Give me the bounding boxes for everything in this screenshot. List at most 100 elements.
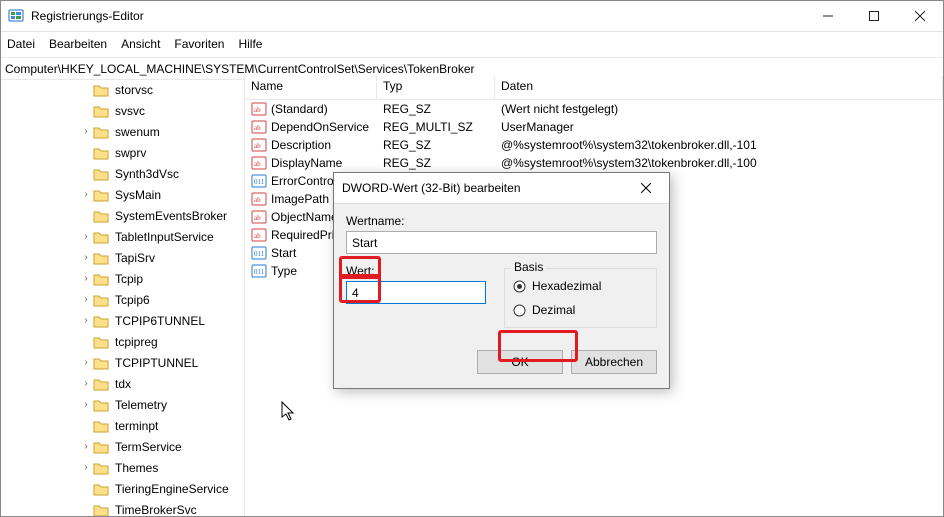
- chevron-right-icon[interactable]: [79, 83, 93, 97]
- chevron-right-icon[interactable]: [79, 335, 93, 349]
- tree-item-label: TieringEngineService: [113, 481, 231, 497]
- chevron-right-icon[interactable]: ›: [79, 461, 93, 475]
- tree-item-systemeventsbroker[interactable]: SystemEventsBroker: [1, 205, 244, 226]
- chevron-right-icon[interactable]: ›: [79, 440, 93, 454]
- regedit-window: Registrierungs-Editor Datei Bearbeiten A…: [0, 0, 944, 517]
- value-icon: 011: [251, 173, 267, 189]
- tree-item-tieringengineservice[interactable]: TieringEngineService: [1, 478, 244, 499]
- tree-item-sysmain[interactable]: ›SysMain: [1, 184, 244, 205]
- chevron-right-icon[interactable]: ›: [79, 188, 93, 202]
- tree-item-tabletinputservice[interactable]: › TabletInputService: [1, 226, 244, 247]
- tree-item-tcpip[interactable]: ›Tcpip: [1, 268, 244, 289]
- tree-item-tapisrv[interactable]: ›TapiSrv: [1, 247, 244, 268]
- tree-item-label: Synth3dVsc: [113, 166, 181, 182]
- tree-item-tcpiptunnel[interactable]: ›TCPIPTUNNEL: [1, 352, 244, 373]
- folder-icon: [93, 293, 109, 307]
- chevron-right-icon[interactable]: [79, 104, 93, 118]
- svg-text:011: 011: [254, 250, 265, 258]
- col-type[interactable]: Typ: [377, 76, 495, 99]
- chevron-right-icon[interactable]: ›: [79, 377, 93, 391]
- folder-icon: [93, 482, 109, 496]
- wert-input[interactable]: [346, 281, 486, 304]
- svg-text:ab: ab: [254, 124, 261, 132]
- value-icon: ab: [251, 191, 267, 207]
- menu-edit[interactable]: Bearbeiten: [49, 37, 107, 51]
- window-title: Registrierungs-Editor: [31, 9, 805, 23]
- list-row[interactable]: abDisplayNameREG_SZ@%systemroot%\system3…: [245, 154, 943, 172]
- tree-scroll[interactable]: storvscsvsvc›swenumswprv Synth3dVsc ›SysMa…: [1, 76, 244, 516]
- chevron-right-icon[interactable]: [79, 419, 93, 433]
- folder-icon: [93, 167, 109, 181]
- chevron-right-icon[interactable]: ›: [79, 398, 93, 412]
- folder-icon: [93, 251, 109, 265]
- radio-hex[interactable]: Hexadezimal: [513, 277, 648, 295]
- tree-item-termservice[interactable]: ›TermService: [1, 436, 244, 457]
- menu-file[interactable]: Datei: [7, 37, 35, 51]
- dialog-titlebar: DWORD-Wert (32-Bit) bearbeiten: [334, 173, 669, 204]
- folder-icon: [93, 377, 109, 391]
- tree-item-label: TabletInputService: [113, 229, 216, 245]
- tree-item-telemetry[interactable]: › Telemetry: [1, 394, 244, 415]
- menu-help[interactable]: Hilfe: [238, 37, 262, 51]
- menu-fav[interactable]: Favoriten: [174, 37, 224, 51]
- value-type: REG_MULTI_SZ: [377, 120, 495, 134]
- chevron-right-icon[interactable]: ›: [79, 272, 93, 286]
- tree-item-svsvc[interactable]: svsvc: [1, 100, 244, 121]
- chevron-right-icon[interactable]: ›: [79, 251, 93, 265]
- chevron-right-icon[interactable]: [79, 482, 93, 496]
- chevron-right-icon[interactable]: [79, 167, 93, 181]
- tree-item-synth3dvsc[interactable]: Synth3dVsc: [1, 163, 244, 184]
- cancel-button[interactable]: Abbrechen: [571, 350, 657, 374]
- wertname-input[interactable]: [346, 231, 657, 254]
- folder-icon: [93, 83, 109, 97]
- tree-item-storvsc[interactable]: storvsc: [1, 79, 244, 100]
- minimize-button[interactable]: [805, 1, 851, 31]
- col-name[interactable]: Name: [245, 76, 377, 99]
- tree-item-label: Telemetry: [113, 397, 169, 413]
- chevron-right-icon[interactable]: [79, 146, 93, 160]
- chevron-right-icon[interactable]: [79, 503, 93, 517]
- folder-icon: [93, 209, 109, 223]
- menu-view[interactable]: Ansicht: [121, 37, 160, 51]
- list-row[interactable]: ab(Standard)REG_SZ(Wert nicht festgelegt…: [245, 100, 943, 118]
- list-row[interactable]: abDescriptionREG_SZ@%systemroot%\system3…: [245, 136, 943, 154]
- svg-text:ab: ab: [254, 196, 261, 204]
- chevron-right-icon[interactable]: [79, 209, 93, 223]
- tree-item-swenum[interactable]: ›swenum: [1, 121, 244, 142]
- tree-item-label: tdx: [113, 376, 133, 392]
- chevron-right-icon[interactable]: ›: [79, 293, 93, 307]
- close-button[interactable]: [897, 1, 943, 31]
- radio-dec[interactable]: Dezimal: [513, 301, 648, 319]
- chevron-right-icon[interactable]: ›: [79, 230, 93, 244]
- chevron-right-icon[interactable]: ›: [79, 125, 93, 139]
- value-name: Description: [271, 138, 331, 152]
- folder-icon: [93, 419, 109, 433]
- tree-item-swprv[interactable]: swprv: [1, 142, 244, 163]
- chevron-right-icon[interactable]: ›: [79, 356, 93, 370]
- titlebar: Registrierungs-Editor: [1, 1, 943, 32]
- tree-item-tcpipreg[interactable]: tcpipreg: [1, 331, 244, 352]
- tree-item-timebrokersvc[interactable]: TimeBrokerSvc: [1, 499, 244, 516]
- svg-text:ab: ab: [254, 160, 261, 168]
- radio-dec-label: Dezimal: [532, 303, 575, 317]
- app-icon: [8, 7, 24, 26]
- tree-item-terminpt[interactable]: terminpt: [1, 415, 244, 436]
- svg-text:ab: ab: [254, 214, 261, 222]
- dialog-close-button[interactable]: [631, 173, 661, 203]
- value-icon: ab: [251, 101, 267, 117]
- address-input[interactable]: [1, 60, 943, 78]
- list-row[interactable]: abDependOnServiceREG_MULTI_SZUserManager: [245, 118, 943, 136]
- chevron-right-icon[interactable]: ›: [79, 314, 93, 328]
- value-data: @%systemroot%\system32\tokenbroker.dll,-…: [495, 156, 943, 170]
- svg-text:ab: ab: [254, 142, 261, 150]
- col-data[interactable]: Daten: [495, 76, 943, 99]
- value-icon: 011: [251, 245, 267, 261]
- tree-item-label: tcpipreg: [113, 334, 160, 350]
- tree-item-tcpip6[interactable]: ›Tcpip6: [1, 289, 244, 310]
- tree-item-themes[interactable]: ›Themes: [1, 457, 244, 478]
- tree-item-label: TCPIP6TUNNEL: [113, 313, 207, 329]
- maximize-button[interactable]: [851, 1, 897, 31]
- tree-item-tcpip6tunnel[interactable]: › TCPIP6TUNNEL: [1, 310, 244, 331]
- ok-button[interactable]: OK: [477, 350, 563, 374]
- tree-item-tdx[interactable]: › tdx: [1, 373, 244, 394]
